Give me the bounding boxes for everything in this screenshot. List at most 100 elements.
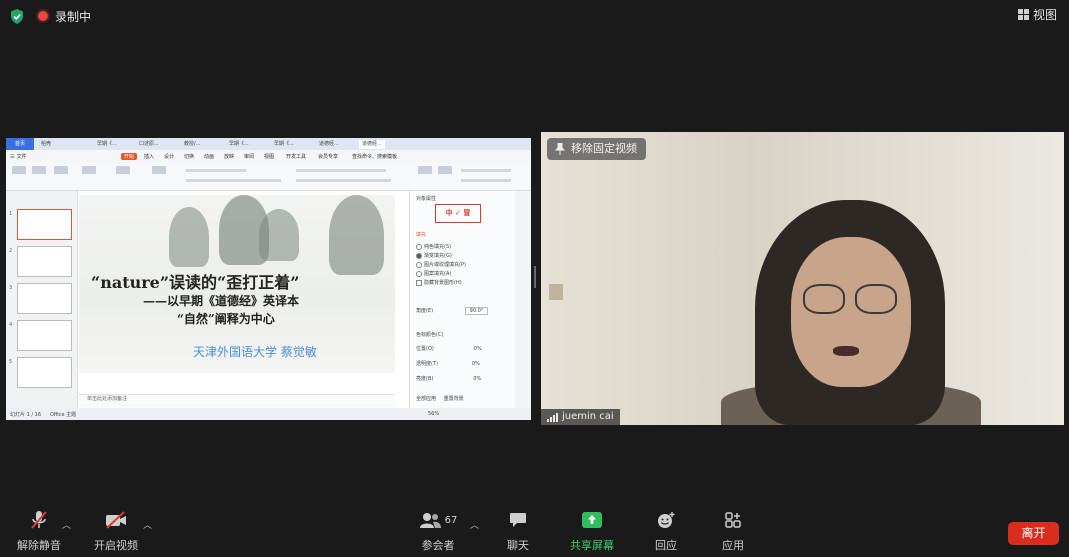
thumb-number: 1 xyxy=(9,211,13,217)
picture-row[interactable] xyxy=(461,169,511,172)
panel-footer[interactable]: 全部应用 重置背景 xyxy=(416,395,464,402)
slide-thumbnail[interactable] xyxy=(17,320,72,351)
audio-options-chevron-icon[interactable]: ︿ xyxy=(62,518,71,531)
fill-section[interactable]: 填充 xyxy=(416,231,426,238)
stop-color-row[interactable]: 色标颜色(C) xyxy=(416,331,443,338)
seal-stamp-image: 中 ✓ 冒 xyxy=(435,204,481,223)
tab-doc-active[interactable]: 道德经... xyxy=(359,140,385,149)
theme-name: Office 主题 xyxy=(50,412,77,418)
font-style-row[interactable] xyxy=(186,179,281,182)
side-toolbar[interactable] xyxy=(515,191,531,408)
tab-doc[interactable]: 早期《... xyxy=(226,140,252,149)
command-search[interactable]: 查找命令、搜索模板 xyxy=(352,153,397,160)
apps-icon xyxy=(725,512,741,528)
menu-view[interactable]: 视图 xyxy=(264,153,274,160)
security-shield-icon[interactable] xyxy=(10,9,24,24)
paste-icon[interactable] xyxy=(12,166,26,174)
menu-devtools[interactable]: 开发工具 xyxy=(286,153,306,160)
thumb-number: 2 xyxy=(9,248,13,254)
tab-docer[interactable]: 稻壳 xyxy=(38,140,54,149)
tab-doc[interactable]: 教授/... xyxy=(181,140,203,149)
unpin-video-button[interactable]: 移除固定视频 xyxy=(547,138,646,160)
menu-file[interactable]: 三 文件 xyxy=(10,153,27,160)
textbox-icon[interactable] xyxy=(418,166,432,174)
participants-button[interactable]: 67 参会者 xyxy=(410,508,466,557)
grid-view-icon xyxy=(1017,9,1029,20)
layout-divider-handle[interactable] xyxy=(534,266,536,288)
fill-row[interactable] xyxy=(461,179,511,182)
menu-home[interactable]: 开始 xyxy=(121,153,138,160)
share-screen-button[interactable]: 共享屏幕 xyxy=(566,508,618,557)
notes-placeholder: 单击此处添加备注 xyxy=(87,396,128,402)
menu-slideshow[interactable]: 放映 xyxy=(224,153,234,160)
leave-button[interactable]: 离开 xyxy=(1008,522,1059,545)
menu-transition[interactable]: 切换 xyxy=(184,153,194,160)
brightness-row[interactable]: 亮度(B) 0% xyxy=(416,375,481,382)
position-row[interactable]: 位置(O) 0% xyxy=(416,345,482,352)
share-screen-icon xyxy=(582,512,602,528)
recording-label: 录制中 xyxy=(55,10,92,24)
apps-button[interactable]: 应用 xyxy=(713,508,753,557)
view-button[interactable]: 视图 xyxy=(1017,6,1057,23)
tab-doc[interactable]: 早期《... xyxy=(94,140,120,149)
font-box[interactable] xyxy=(186,169,246,172)
reactions-button[interactable]: 回应 xyxy=(646,508,686,557)
start-video-button[interactable]: 开启视频 xyxy=(90,508,142,557)
participant-video-tile[interactable]: 移除固定视频 juemin cai xyxy=(541,132,1064,425)
tab-home[interactable]: 首页 xyxy=(6,138,34,150)
current-slide[interactable]: “nature”误读的“歪打正着” ——以早期《道德经》英译本 “自然”阐释为中… xyxy=(79,195,395,373)
chat-label: 聊天 xyxy=(507,539,529,552)
ink-mountain xyxy=(259,209,299,261)
fill-option[interactable]: 图案填充(A) xyxy=(416,270,451,277)
ink-mountain xyxy=(169,207,209,267)
new-slide-icon[interactable] xyxy=(116,166,130,174)
slide-author: 天津外国语大学 蔡觉敏 xyxy=(193,345,317,359)
zoom-level[interactable]: 56% xyxy=(428,411,439,417)
meeting-top-bar: 录制中 视图 xyxy=(0,0,1069,32)
wps-tab-bar: 首页 稻壳 早期《... 口述原... 教授/... 早期《... 早期《...… xyxy=(6,138,531,150)
menu-vip[interactable]: 会员专享 xyxy=(318,153,338,160)
menu-insert[interactable]: 插入 xyxy=(144,153,154,160)
chat-button[interactable]: 聊天 xyxy=(498,508,538,557)
slide-thumbnail[interactable] xyxy=(17,246,72,277)
slide-thumbnail[interactable] xyxy=(17,209,72,240)
wall-socket xyxy=(549,284,563,300)
fill-option[interactable]: 纯色填充(S) xyxy=(416,243,451,250)
participant-name: juemin cai xyxy=(562,411,614,422)
cut-icon[interactable] xyxy=(32,166,46,174)
menu-design[interactable]: 设计 xyxy=(164,153,174,160)
fill-option[interactable]: 隐藏背景图形(H) xyxy=(416,279,462,286)
stamp-text: 中 ✓ 冒 xyxy=(445,209,471,217)
fill-option[interactable]: 渐变填充(G) xyxy=(416,252,452,259)
notes-area[interactable]: 单击此处添加备注 xyxy=(79,394,395,407)
transparency-row[interactable]: 透明度(T) 0% xyxy=(416,360,480,367)
slide-thumbnail[interactable] xyxy=(17,283,72,314)
tab-doc[interactable]: 口述原... xyxy=(136,140,162,149)
layout-icon[interactable] xyxy=(152,166,166,174)
tab-doc[interactable]: 早期《... xyxy=(271,140,297,149)
participants-chevron-icon[interactable]: ︿ xyxy=(470,518,479,531)
thumb-number: 4 xyxy=(9,322,13,328)
play-icon[interactable] xyxy=(82,166,96,174)
slide-subtitle: ——以早期《道德经》英译本 xyxy=(143,294,300,308)
paragraph-row[interactable] xyxy=(296,169,386,172)
angle-row[interactable]: 角度(E) 90.0° xyxy=(416,307,489,315)
slide-thumbnail[interactable] xyxy=(17,357,72,388)
shared-screen[interactable]: 首页 稻壳 早期《... 口述原... 教授/... 早期《... 早期《...… xyxy=(6,138,531,420)
participant-count: 67 xyxy=(444,514,458,526)
recording-dot-icon xyxy=(38,11,48,21)
format-painter-icon[interactable] xyxy=(54,166,68,174)
shape-icon[interactable] xyxy=(438,166,452,174)
slide-subtitle: “自然”阐释为中心 xyxy=(177,312,275,326)
slide-title: “nature”误读的“歪打正着” xyxy=(91,273,300,292)
fill-option[interactable]: 图片或纹理填充(P) xyxy=(416,261,466,268)
align-row[interactable] xyxy=(296,179,391,182)
unmute-button[interactable]: 解除静音 xyxy=(12,508,66,557)
menu-review[interactable]: 审阅 xyxy=(244,153,254,160)
tab-doc[interactable]: 道德经... xyxy=(316,140,342,149)
glasses xyxy=(803,284,845,314)
video-options-chevron-icon[interactable]: ︿ xyxy=(143,518,152,531)
menu-animation[interactable]: 动画 xyxy=(204,153,214,160)
wps-ribbon xyxy=(6,163,531,191)
meeting-toolbar: 解除静音 ︿ 开启视频 ︿ 67 参会者 ︿ 聊天 共享屏幕 回应 应用 xyxy=(0,508,1069,557)
